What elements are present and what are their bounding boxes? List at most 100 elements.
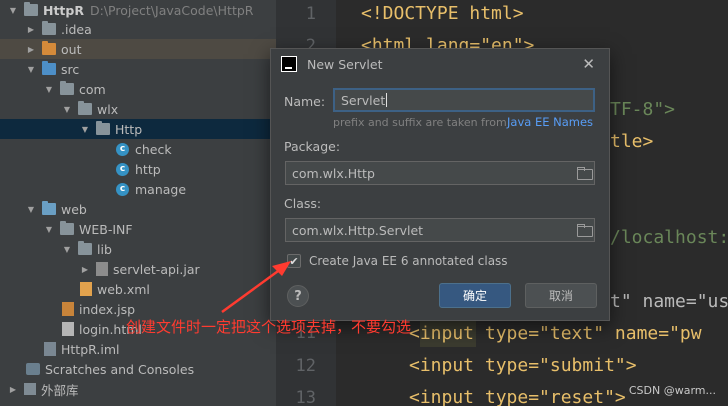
folder-icon [96, 121, 110, 135]
package-input[interactable]: com.wlx.Http [285, 161, 595, 185]
help-icon[interactable]: ? [287, 285, 309, 307]
tree-item-http-package[interactable]: ▼ Http [0, 119, 276, 139]
annotation-text: 创建文件时一定把这个选项去掉，不要勾选 [126, 318, 412, 336]
tree-item-web-inf[interactable]: ▼ WEB-INF [0, 219, 276, 239]
class-icon: c [116, 142, 129, 156]
name-hint: prefix and suffix are taken from [333, 116, 507, 129]
expand-arrow-icon[interactable]: ▼ [44, 84, 54, 94]
expand-arrow-icon[interactable]: ▼ [80, 124, 90, 134]
tree-item-label: out [61, 41, 82, 57]
name-label: Name: [284, 94, 326, 109]
java-ee-names-link[interactable]: Java EE Names [507, 115, 593, 129]
project-tree: ▼ HttpR D:\Project\JavaCode\HttpR ▶ .ide… [0, 0, 276, 406]
jar-icon [96, 262, 108, 276]
expand-arrow-icon[interactable]: ▼ [26, 64, 36, 74]
line-number: 12 [295, 356, 316, 376]
code-line[interactable]: <input type="text" name="pw [409, 323, 702, 344]
folder-icon [60, 81, 74, 95]
folder-icon [42, 61, 56, 75]
tree-item-label: wlx [97, 101, 119, 117]
checkbox-label: Create Java EE 6 annotated class [309, 254, 508, 268]
class-value: com.wlx.Http.Servlet [292, 222, 424, 238]
tree-item-label: Scratches and Consoles [45, 361, 195, 377]
dialog-title: New Servlet [307, 56, 383, 72]
xml-icon [80, 282, 92, 296]
tree-item-lib[interactable]: ▼ lib [0, 239, 276, 259]
tree-item-label: http [135, 161, 161, 177]
expand-arrow-icon[interactable]: ▼ [62, 104, 72, 114]
tree-item-label: web.xml [97, 281, 150, 297]
tree-item-label: WEB-INF [79, 221, 133, 237]
expand-arrow-icon[interactable]: ▼ [62, 244, 72, 254]
new-servlet-dialog: New Servlet ✕ Name: Servlet prefix and s… [270, 48, 610, 321]
tree-item-idea[interactable]: ▶ .idea [0, 19, 276, 39]
folder-icon [78, 241, 92, 255]
class-icon: c [116, 162, 129, 176]
code-line[interactable]: tle> [610, 131, 653, 152]
expand-arrow-icon[interactable]: ▶ [8, 384, 18, 394]
name-value: Servlet [341, 92, 386, 108]
folder-browse-icon[interactable] [576, 223, 593, 237]
tree-item-external-libraries[interactable]: ▶ 外部库 [0, 379, 276, 399]
expand-arrow-icon[interactable]: ▶ [26, 44, 36, 54]
tree-item-com[interactable]: ▼ com [0, 79, 276, 99]
class-label: Class: [284, 196, 322, 211]
tree-item-label: web [61, 201, 87, 217]
folder-icon [24, 2, 38, 16]
expand-arrow-icon[interactable]: ▶ [80, 264, 90, 274]
expand-arrow-icon[interactable]: ▼ [26, 204, 36, 214]
tree-item-label: manage [135, 181, 187, 197]
folder-browse-icon[interactable] [576, 166, 593, 180]
expand-arrow-icon[interactable]: ▶ [26, 24, 36, 34]
tree-item-wlx[interactable]: ▼ wlx [0, 99, 276, 119]
tree-item-label: .idea [61, 21, 92, 37]
tree-item-label: com [79, 81, 106, 97]
checkbox-checked-icon[interactable]: ✔ [287, 254, 301, 268]
line-number: 13 [295, 388, 316, 406]
tree-item-out[interactable]: ▶ out [0, 39, 276, 59]
code-line[interactable]: <input type="submit"> [409, 355, 637, 376]
tree-item-label: HttpR [43, 2, 84, 18]
tree-item-web[interactable]: ▼ web [0, 199, 276, 219]
dialog-title-bar[interactable]: New Servlet [271, 49, 609, 79]
tree-item-check[interactable]: c check [0, 139, 276, 159]
expand-arrow-icon[interactable]: ▼ [8, 5, 18, 15]
code-line[interactable]: /localhost: [610, 227, 728, 248]
tree-item-src[interactable]: ▼ src [0, 59, 276, 79]
close-icon[interactable]: ✕ [582, 55, 595, 73]
tree-item-label: lib [97, 241, 112, 257]
tree-item-manage[interactable]: c manage [0, 179, 276, 199]
annotated-class-option[interactable]: ✔ Create Java EE 6 annotated class [287, 254, 508, 268]
watermark: CSDN @warm... [628, 384, 716, 397]
tree-item-httpr[interactable]: ▼ HttpR D:\Project\JavaCode\HttpR [0, 0, 276, 20]
tree-item-scratches[interactable]: Scratches and Consoles [0, 359, 276, 379]
iml-icon [44, 342, 56, 356]
folder-icon [42, 21, 56, 35]
project-path: D:\Project\JavaCode\HttpR [90, 2, 254, 18]
tree-item-label: check [135, 141, 172, 157]
package-value: com.wlx.Http [292, 165, 375, 181]
expand-arrow-icon[interactable]: ▼ [44, 224, 54, 234]
tree-item-servlet-api-jar[interactable]: ▶ servlet-api.jar [0, 259, 276, 279]
tree-item-label: index.jsp [79, 301, 136, 317]
ok-button[interactable]: 确定 [439, 283, 511, 308]
code-line[interactable]: TF-8"> [610, 99, 675, 120]
html-icon [62, 322, 74, 336]
tree-item-http-class[interactable]: c http [0, 159, 276, 179]
tree-item-web-xml[interactable]: web.xml [0, 279, 276, 299]
cancel-button[interactable]: 取消 [525, 283, 597, 308]
tree-item-label: 外部库 [41, 382, 79, 398]
class-input[interactable]: com.wlx.Http.Servlet [285, 218, 595, 242]
tree-item-httpr-iml[interactable]: HttpR.iml [0, 339, 276, 359]
library-icon [24, 383, 36, 395]
code-line[interactable]: <input type="reset"> [409, 387, 626, 406]
tree-item-label: HttpR.iml [61, 341, 120, 357]
class-icon: c [116, 182, 129, 196]
code-line[interactable]: <!DOCTYPE html> [361, 3, 524, 24]
intellij-logo-icon [281, 56, 297, 72]
jsp-icon [62, 302, 74, 316]
folder-icon [60, 221, 74, 235]
tree-item-label: Http [115, 121, 143, 137]
name-input[interactable]: Servlet [333, 88, 595, 112]
code-line[interactable]: t" name="us [610, 291, 728, 312]
